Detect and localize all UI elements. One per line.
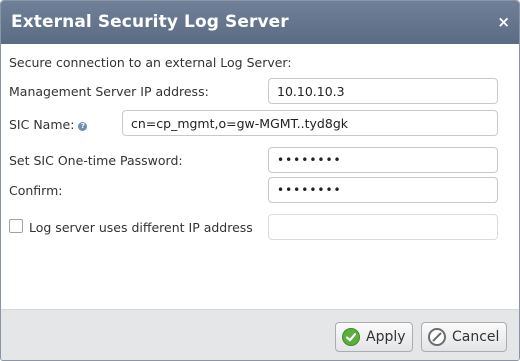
dialog-title: External Security Log Server	[11, 12, 289, 32]
apply-label: Apply	[366, 329, 406, 345]
different-ip-checkbox[interactable]	[9, 219, 23, 233]
confirm-label: Confirm:	[9, 183, 63, 198]
log-server-dialog: External Security Log Server × Secure co…	[0, 0, 520, 361]
cancel-button[interactable]: Cancel	[421, 322, 507, 352]
mgmt-ip-input[interactable]	[268, 78, 498, 104]
sic-name-input[interactable]	[122, 110, 498, 136]
help-icon[interactable]: ?	[78, 122, 88, 131]
sic-name-label: SIC Name:	[9, 117, 75, 132]
intro-text: Secure connection to an external Log Ser…	[9, 55, 292, 70]
mgmt-ip-label: Management Server IP address:	[9, 84, 209, 99]
different-ip-label[interactable]: Log server uses different IP address	[29, 220, 253, 235]
dialog-titlebar: External Security Log Server ×	[1, 1, 519, 44]
different-ip-input[interactable]	[268, 214, 498, 240]
sic-password-label: Set SIC One-time Password:	[9, 153, 183, 168]
check-icon	[342, 328, 360, 346]
confirm-password-input[interactable]	[268, 177, 498, 203]
cancel-icon	[428, 328, 446, 346]
sic-password-input[interactable]	[268, 147, 498, 173]
apply-button[interactable]: Apply	[335, 322, 413, 352]
dialog-footer: Apply Cancel	[1, 309, 519, 360]
close-icon[interactable]: ×	[497, 14, 510, 30]
cancel-label: Cancel	[452, 329, 500, 345]
sic-name-label-group: SIC Name:?	[9, 117, 88, 132]
